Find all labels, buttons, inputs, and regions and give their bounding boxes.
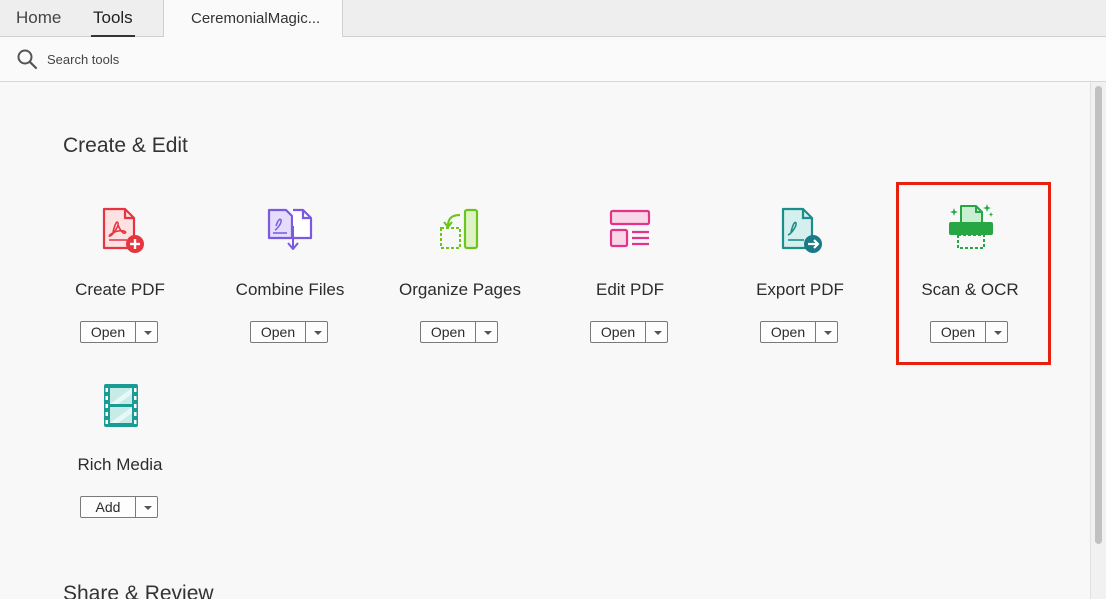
tool-split-button: Add (80, 496, 158, 518)
export-pdf-icon[interactable] (776, 202, 826, 256)
open-button[interactable]: Open (761, 322, 816, 342)
tool-create-pdf: Create PDF Open (35, 202, 205, 377)
search-bar (0, 37, 1106, 82)
tool-combine-files: Combine Files Open (205, 202, 375, 377)
tool-label: Combine Files (235, 280, 345, 299)
tool-label: Create PDF (75, 280, 165, 299)
tab-tools[interactable]: Tools (91, 0, 135, 37)
scrollbar[interactable] (1090, 82, 1106, 599)
dropdown-arrow-icon[interactable] (816, 322, 837, 342)
tool-label: Edit PDF (595, 280, 665, 299)
dropdown-arrow-icon[interactable] (306, 322, 327, 342)
open-button[interactable]: Open (591, 322, 646, 342)
open-button[interactable]: Open (81, 322, 136, 342)
tool-edit-pdf: Edit PDF Open (545, 202, 715, 377)
open-button[interactable]: Open (421, 322, 476, 342)
create-pdf-icon[interactable] (96, 202, 146, 256)
open-button[interactable]: Open (931, 322, 986, 342)
tool-label: Rich Media (77, 455, 163, 474)
search-icon[interactable] (16, 48, 38, 70)
add-button[interactable]: Add (81, 497, 136, 517)
tools-content: Create & Edit Create PDF Open Combine Fi… (0, 82, 1090, 599)
combine-files-icon[interactable] (266, 202, 316, 256)
section-title-create-edit: Create & Edit (63, 134, 188, 157)
tool-split-button: Open (420, 321, 498, 343)
tool-split-button: Open (80, 321, 158, 343)
scan-ocr-icon[interactable] (946, 202, 996, 256)
tool-export-pdf: Export PDF Open (715, 202, 885, 377)
edit-pdf-icon[interactable] (606, 202, 656, 256)
open-button[interactable]: Open (251, 322, 306, 342)
tool-label: Organize Pages (399, 280, 521, 299)
dropdown-arrow-icon[interactable] (986, 322, 1007, 342)
tool-organize-pages: Organize Pages Open (375, 202, 545, 377)
section-title-share-review: Share & Review (63, 582, 214, 599)
dropdown-arrow-icon[interactable] (476, 322, 497, 342)
tool-label: Scan & OCR (921, 280, 1019, 299)
dropdown-arrow-icon[interactable] (136, 497, 157, 517)
tool-split-button: Open (930, 321, 1008, 343)
tool-split-button: Open (760, 321, 838, 343)
tool-scan-ocr: Scan & OCR Open (885, 202, 1055, 377)
tool-rich-media: Rich Media Add (35, 377, 205, 552)
tool-label: Export PDF (756, 280, 844, 299)
tool-split-button: Open (250, 321, 328, 343)
dropdown-arrow-icon[interactable] (646, 322, 667, 342)
scrollbar-thumb[interactable] (1095, 86, 1102, 544)
dropdown-arrow-icon[interactable] (136, 322, 157, 342)
tab-document[interactable]: CeremonialMagic... (163, 0, 343, 37)
organize-pages-icon[interactable] (436, 202, 486, 256)
search-input[interactable] (47, 49, 447, 69)
tab-home[interactable]: Home (16, 0, 61, 37)
rich-media-icon[interactable] (96, 377, 146, 431)
top-nav-bar: Home Tools CeremonialMagic... (0, 0, 1106, 37)
tool-split-button: Open (590, 321, 668, 343)
